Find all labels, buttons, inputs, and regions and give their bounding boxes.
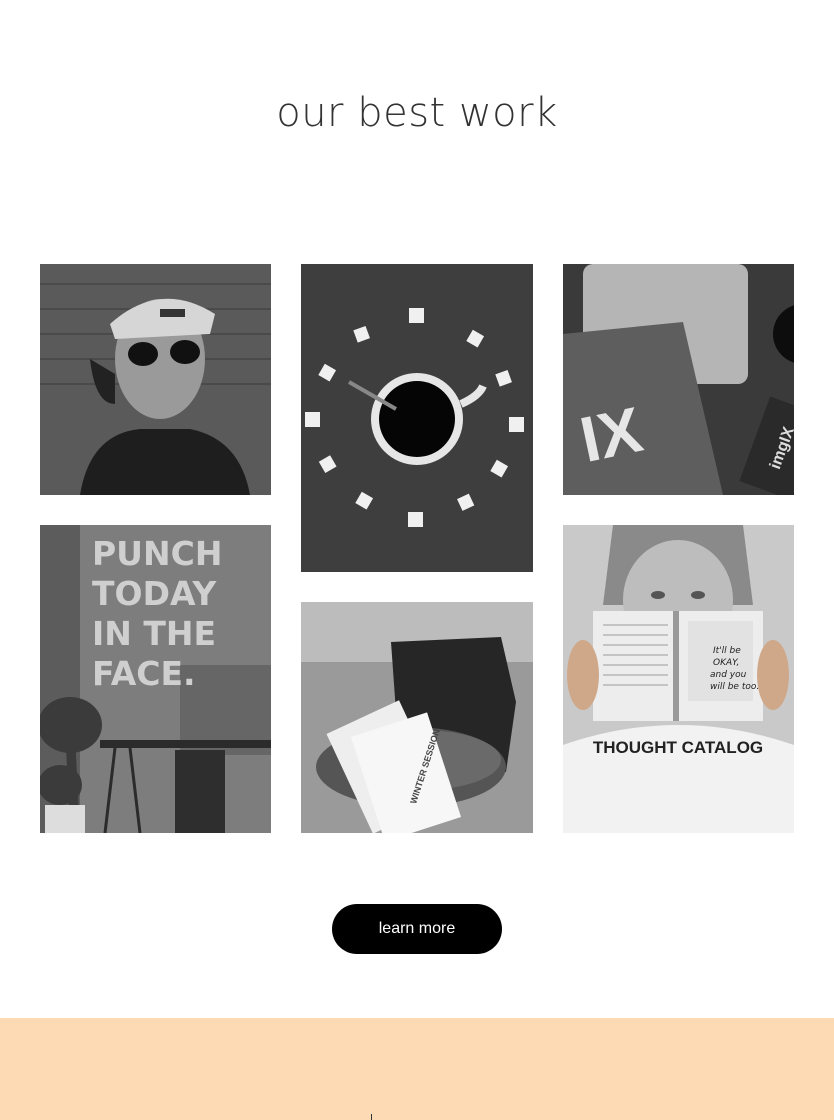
wall-image: PUNCH TODAY IN THE FACE. xyxy=(40,525,271,833)
next-section-band xyxy=(0,1018,834,1120)
book-line-2: OKAY, xyxy=(713,658,739,668)
wall-line-3: IN THE xyxy=(92,614,216,653)
book-line-1: It'll be xyxy=(713,646,741,656)
notebook-image: IX imgIX xyxy=(563,264,794,495)
gallery-photo-coffee[interactable] xyxy=(301,264,533,572)
next-section-title-fragment xyxy=(371,1114,372,1120)
cards-image: WINTER SESSION xyxy=(301,602,533,833)
gallery-photo-wall[interactable]: PUNCH TODAY IN THE FACE. xyxy=(40,525,271,833)
wall-line-1: PUNCH xyxy=(92,534,222,573)
book-line-3: and you xyxy=(710,670,747,680)
reader-image: It'll be OKAY, and you will be too. THOU… xyxy=(563,525,794,833)
portrait-image xyxy=(40,264,271,495)
book-line-4: will be too. xyxy=(710,682,759,692)
gallery-photo-notebook[interactable]: IX imgIX xyxy=(563,264,794,495)
wall-line-4: FACE. xyxy=(92,654,196,693)
coffee-image xyxy=(301,264,533,572)
shirt-text: THOUGHT CATALOG xyxy=(593,738,763,757)
wall-line-2: TODAY xyxy=(92,574,217,613)
gallery-photo-cards[interactable]: WINTER SESSION xyxy=(301,602,533,833)
learn-more-button[interactable]: learn more xyxy=(332,904,502,954)
gallery-photo-portrait[interactable] xyxy=(40,264,271,495)
gallery-photo-reader[interactable]: It'll be OKAY, and you will be too. THOU… xyxy=(563,525,794,833)
section-title: our best work xyxy=(276,90,558,136)
